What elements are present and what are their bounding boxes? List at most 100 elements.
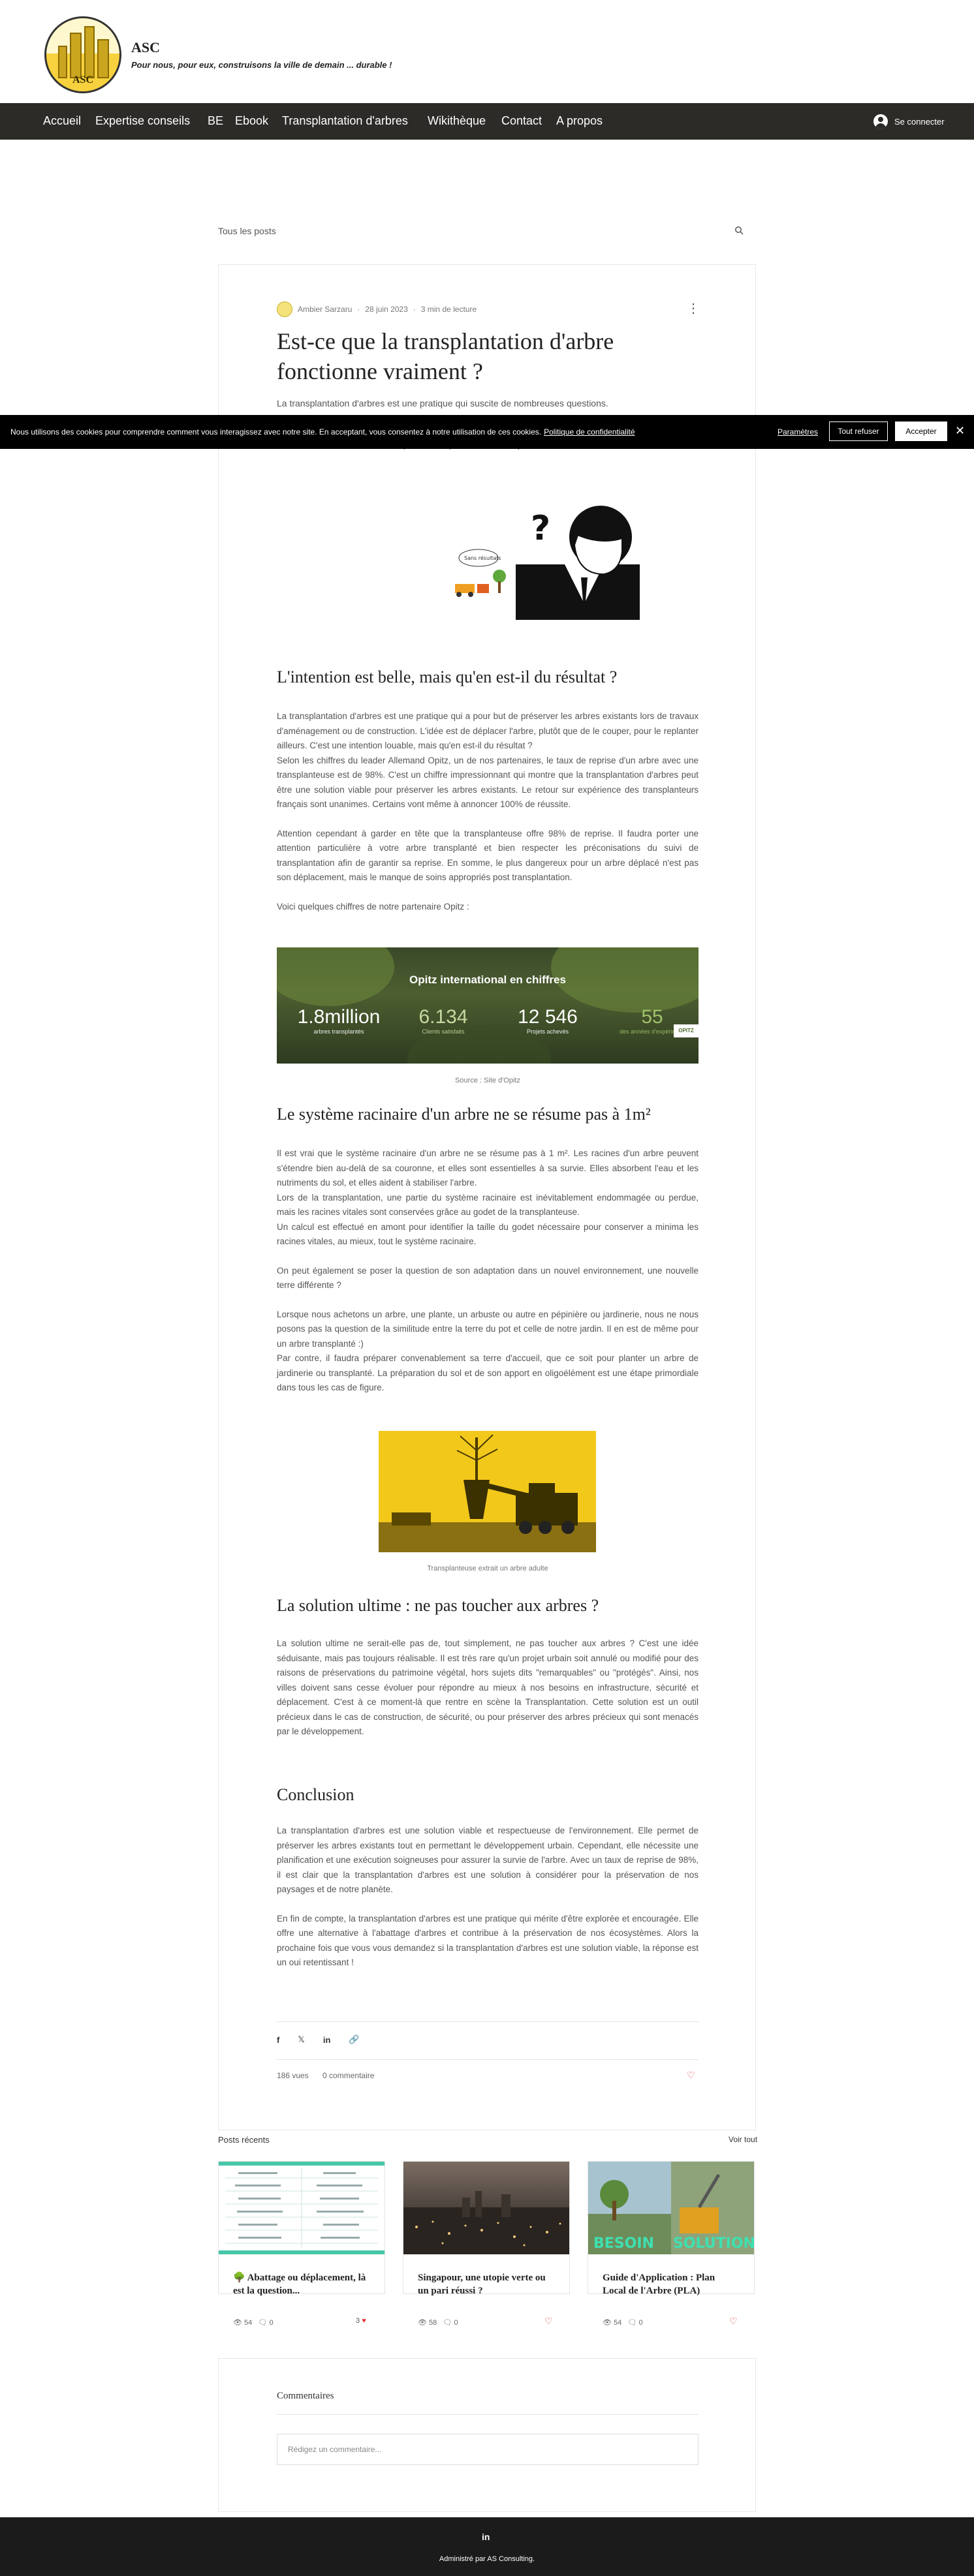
close-icon[interactable]: ✕ [955,424,965,438]
more-options-icon[interactable]: ⋮ [687,300,700,316]
intro-line-1: La transplantation d'arbres est une prat… [277,398,608,408]
section-text-solution: La solution ultime ne serait-elle pas de… [277,1636,699,1740]
x-icon[interactable]: 𝕏 [298,2034,304,2045]
link-icon[interactable]: 🔗 [349,2034,359,2045]
cookie-settings-link[interactable]: Paramètres [778,427,818,437]
logo-text: ASC [72,74,93,85]
search-icon[interactable] [734,226,744,235]
card-title[interactable]: 🌳 Abattage ou déplacement, là est la que… [233,2271,370,2297]
card-title[interactable]: Guide d'Application : Plan Local de l'Ar… [603,2271,740,2297]
recent-post-card[interactable]: 🌳 Abattage ou déplacement, là est la que… [218,2161,385,2327]
recent-post-card[interactable]: Singapour, une utopie verte ou un pari r… [403,2161,570,2327]
card-views: 54 [614,2319,622,2327]
stat-value: 6.134 [418,1006,468,1028]
stat-value: 12 546 [518,1006,578,1028]
post-meta: Ambier Sarzaru · 28 juin 2023 · 3 min de… [277,301,477,317]
heart-icon[interactable]: ♡ [729,2316,738,2327]
card-thumb-word: SOLUTIONS [673,2235,754,2252]
all-posts-link[interactable]: Tous les posts [218,226,276,236]
excavator-tree-image [379,1431,596,1552]
paragraph: Il est vrai que le système racinaire d'u… [277,1148,699,1188]
section-heading-roots: Le système racinaire d'un arbre ne se ré… [277,1105,651,1124]
site-logo[interactable]: ASC [44,16,121,93]
site-header: ASC ASC Pour nous, pour eux, construison… [0,0,974,103]
image-caption: Source : Site d'Opitz [455,1077,520,1084]
post-date: 28 juin 2023 [365,305,408,314]
section-text-roots: Il est vrai que le système racinaire d'u… [277,1146,699,1396]
card-views: 54 [244,2319,253,2327]
section-heading-solution: La solution ultime : ne pas toucher aux … [277,1596,599,1615]
paragraph [277,1250,699,1264]
nav-item-ebook[interactable]: Ebook [235,114,268,128]
paragraph: Lors de la transplantation, une partie d… [277,1192,699,1218]
paragraph: La transplantation d'arbres est une prat… [277,711,699,750]
comments-count[interactable]: 0 commentaire [322,2071,374,2080]
divider [277,2059,699,2060]
section-text-intention: La transplantation d'arbres est une prat… [277,709,699,914]
opitz-stat: 6.134 Clients satisfaits [394,1006,492,1035]
cookie-message-wrap: Nous utilisons des cookies pour comprend… [10,427,635,437]
heart-icon[interactable]: ♡ [544,2316,553,2327]
section-heading-conclusion: Conclusion [277,1785,354,1804]
paragraph [277,885,699,900]
opitz-stat: 12 546 Projets achevés [499,1006,597,1035]
main-nav: Accueil Expertise conseils BE Ebook Tran… [0,103,974,140]
linkedin-icon[interactable]: in [323,2035,331,2045]
nav-item-contact[interactable]: Contact [501,114,542,128]
recent-post-card[interactable]: BESOIN SOLUTIONS Guide d'Application : P… [588,2161,755,2327]
card-title[interactable]: Singapour, une utopie verte ou un pari r… [418,2271,555,2297]
post-stats: 186 vues 0 commentaire [277,2071,374,2080]
nav-item-be[interactable]: BE [208,114,223,128]
paragraph: Voici quelques chiffres de notre partena… [277,901,469,912]
card-thumbnail [219,2162,385,2254]
facebook-icon[interactable]: f [277,2035,279,2045]
divider [277,2021,699,2022]
image-caption: Transplanteuse extrait un arbre adulte [427,1565,548,1572]
paragraph: La transplantation d'arbres est une solu… [277,1826,699,1894]
cookie-refuse-button[interactable]: Tout refuser [829,422,888,441]
paragraph [277,1293,699,1308]
card-stats: 👁 58 🗨 0 [418,2319,458,2327]
nav-item-transplantation[interactable]: Transplantation d'arbres [282,114,408,128]
cookie-banner: Nous utilisons des cookies pour comprend… [0,415,974,449]
heart-icon[interactable]: ♡ [687,2070,695,2081]
nav-item-expertise[interactable]: Expertise conseils [95,114,190,128]
comment-input[interactable]: Rédigez un commentaire... [277,2434,699,2465]
post-title: Est-ce que la transplantation d'arbre fo… [277,328,614,384]
paragraph: On peut également se poser la question d… [277,1265,699,1291]
opitz-heading: Opitz international en chiffres [409,974,566,986]
views-count: 186 vues [277,2071,309,2080]
share-bar: f 𝕏 in 🔗 [277,2034,360,2045]
opitz-badge: OPITZ [674,1024,699,1037]
card-thumbnail [403,2162,569,2254]
see-all-link[interactable]: Voir tout [729,2135,757,2144]
paragraph: Un calcul est effectué en amont pour ide… [277,1221,699,1247]
section-heading-intention: L'intention est belle, mais qu'en est-il… [277,667,618,686]
card-like-count: 3 [356,2317,360,2325]
meta-dot: · [357,305,360,314]
cookie-message: Nous utilisons des cookies pour comprend… [10,427,542,437]
card-thumb-word: BESOIN [593,2235,654,2252]
heart-filled-icon[interactable]: ♥ [362,2317,366,2325]
linkedin-icon[interactable]: in [482,2532,490,2542]
card-likes: 3 ♥ [356,2317,366,2325]
post-author[interactable]: Ambier Sarzaru [298,305,352,314]
site-name[interactable]: ASC [131,39,160,56]
login-button[interactable]: Se connecter [873,112,945,131]
paragraph: Selon les chiffres du leader Allemand Op… [277,755,699,810]
nav-item-accueil[interactable]: Accueil [43,114,81,128]
nav-item-apropos[interactable]: A propos [556,114,603,128]
site-tagline: Pour nous, pour eux, construisons la vil… [131,60,392,70]
author-avatar[interactable] [277,301,292,317]
paragraph: Par contre, il faudra préparer convenabl… [277,1353,699,1392]
opitz-stats-image: Opitz international en chiffres 1.8milli… [277,947,699,1064]
cookie-accept-button[interactable]: Accepter [895,422,947,441]
privacy-policy-link[interactable]: Politique de confidentialité [544,427,635,437]
card-stats: 👁 54 🗨 0 [603,2319,643,2327]
stat-value: 1.8million [297,1006,381,1028]
meta-dot: · [413,305,416,314]
stat-label: Projets achevés [526,1028,569,1035]
paragraph: Attention cependant à garder en tête que… [277,828,699,883]
comments-heading: Commentaires [277,2391,334,2401]
nav-item-wikitheque[interactable]: Wikithèque [428,114,486,128]
